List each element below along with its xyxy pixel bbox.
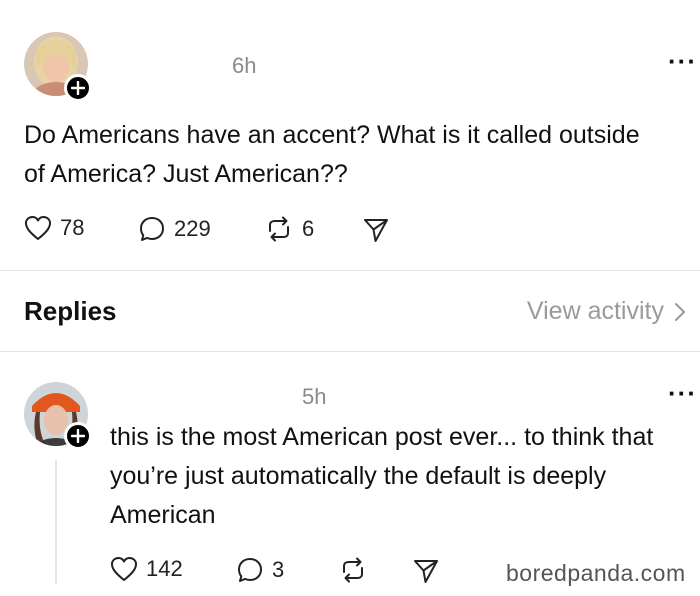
divider xyxy=(0,270,700,271)
watermark: boredpanda.com xyxy=(506,560,686,586)
repost-icon xyxy=(269,216,289,242)
comment-count: 3 xyxy=(272,557,285,582)
follow-button[interactable] xyxy=(64,422,92,450)
like-button[interactable]: 142 xyxy=(110,556,183,582)
like-count: 78 xyxy=(60,215,85,240)
like-count: 142 xyxy=(146,556,183,581)
comment-button[interactable]: 3 xyxy=(236,556,284,584)
view-activity-link[interactable]: View activity xyxy=(527,297,686,326)
comment-button[interactable]: 229 xyxy=(138,215,211,243)
comment-icon xyxy=(140,217,164,241)
comment-count: 229 xyxy=(174,216,211,241)
share-button[interactable] xyxy=(412,557,440,585)
share-icon xyxy=(364,219,388,242)
heart-icon xyxy=(25,216,51,240)
plus-icon xyxy=(71,81,85,95)
post-text: Do Americans have an accent? What is it … xyxy=(24,121,640,188)
repost-button[interactable]: 6 xyxy=(264,215,314,243)
heart-icon xyxy=(111,557,137,581)
reply-text: this is the most American post ever... t… xyxy=(110,423,654,529)
share-icon xyxy=(414,560,438,583)
like-button[interactable]: 78 xyxy=(24,215,84,241)
follow-button[interactable] xyxy=(64,74,92,102)
plus-icon xyxy=(71,429,85,443)
divider xyxy=(0,351,700,352)
repost-icon xyxy=(343,557,363,583)
view-activity-label: View activity xyxy=(526,297,664,325)
thread-line xyxy=(55,460,57,584)
comment-icon xyxy=(238,558,262,582)
replies-heading: Replies xyxy=(24,296,117,326)
more-icon[interactable]: ··· xyxy=(668,380,697,406)
repost-button[interactable] xyxy=(338,556,368,584)
more-icon[interactable]: ··· xyxy=(668,48,697,74)
post-timestamp: 6h xyxy=(232,53,257,78)
reply-timestamp: 5h xyxy=(302,384,327,409)
repost-count: 6 xyxy=(302,216,315,241)
chevron-right-icon xyxy=(675,302,685,321)
share-button[interactable] xyxy=(362,216,390,244)
